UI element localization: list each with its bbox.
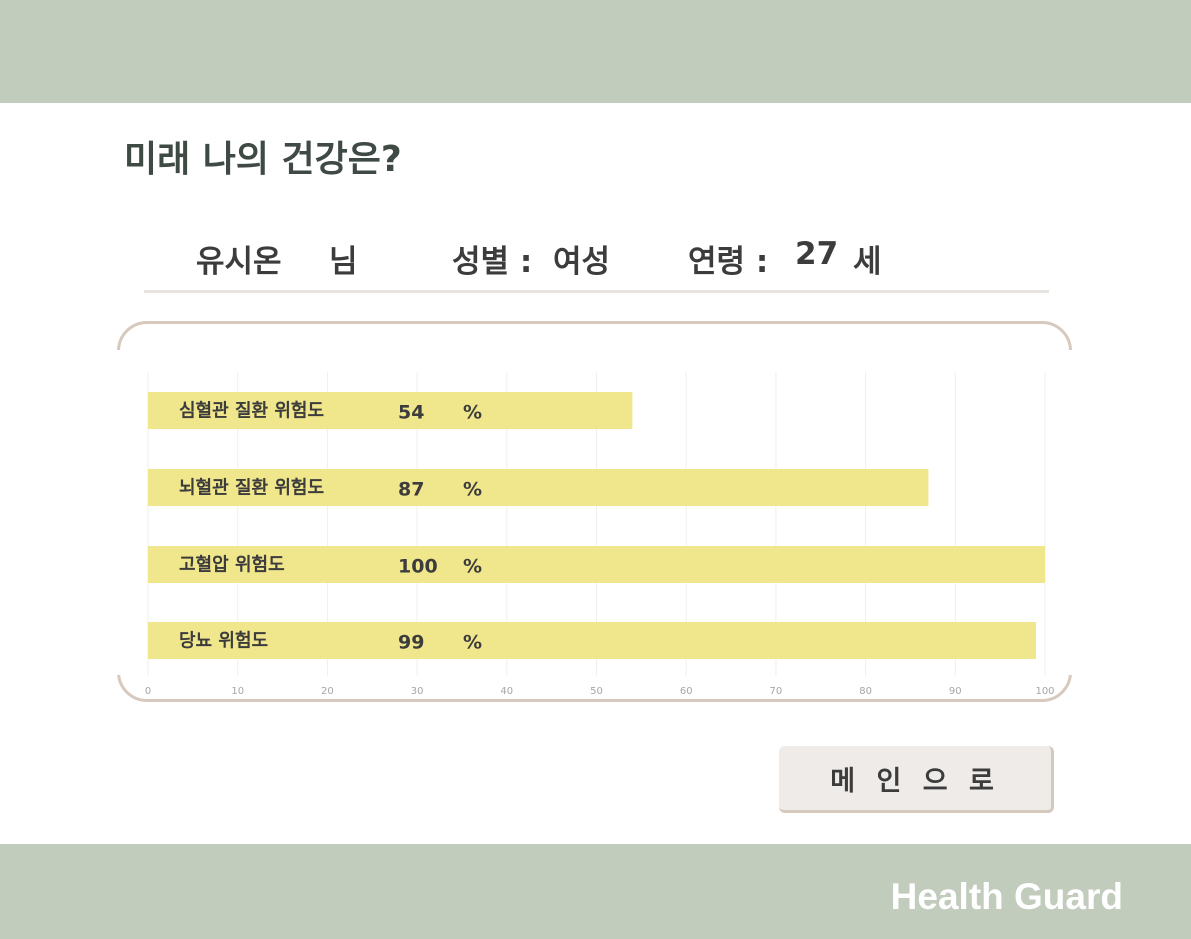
bar-3 <box>148 622 1037 659</box>
x-tick-label-100: 100 <box>1035 686 1054 697</box>
brand-logo-text: Health Guard <box>890 876 1123 917</box>
bar-category-label-2: 고혈압 위험도 <box>179 554 285 576</box>
bar-unit-label-3: % <box>463 632 482 654</box>
bar-unit-label-0: % <box>463 402 482 424</box>
bar-unit-label-2: % <box>463 556 482 578</box>
x-tick-label-70: 70 <box>770 686 783 697</box>
x-tick-label-0: 0 <box>145 686 151 697</box>
bar-value-label-0: 54 <box>398 402 424 424</box>
footer-bar: Health Guard <box>0 844 1191 939</box>
x-tick-label-20: 20 <box>321 686 334 697</box>
bar-value-label-3: 99 <box>398 632 424 654</box>
main-menu-button[interactable]: 메 인 으 로 <box>779 746 1054 813</box>
bar-category-label-3: 당뇨 위험도 <box>179 630 268 652</box>
bar-value-label-1: 87 <box>398 479 424 501</box>
bar-unit-label-1: % <box>463 479 482 501</box>
x-tick-label-50: 50 <box>590 686 603 697</box>
x-tick-label-90: 90 <box>949 686 962 697</box>
x-tick-label-80: 80 <box>859 686 872 697</box>
bar-value-label-2: 100 <box>398 556 438 578</box>
x-tick-label-40: 40 <box>500 686 513 697</box>
x-tick-label-10: 10 <box>231 686 244 697</box>
x-tick-label-30: 30 <box>411 686 424 697</box>
x-tick-label-60: 60 <box>680 686 693 697</box>
bar-category-label-0: 심혈관 질환 위험도 <box>179 400 324 422</box>
bar-category-label-1: 뇌혈관 질환 위험도 <box>179 477 324 499</box>
